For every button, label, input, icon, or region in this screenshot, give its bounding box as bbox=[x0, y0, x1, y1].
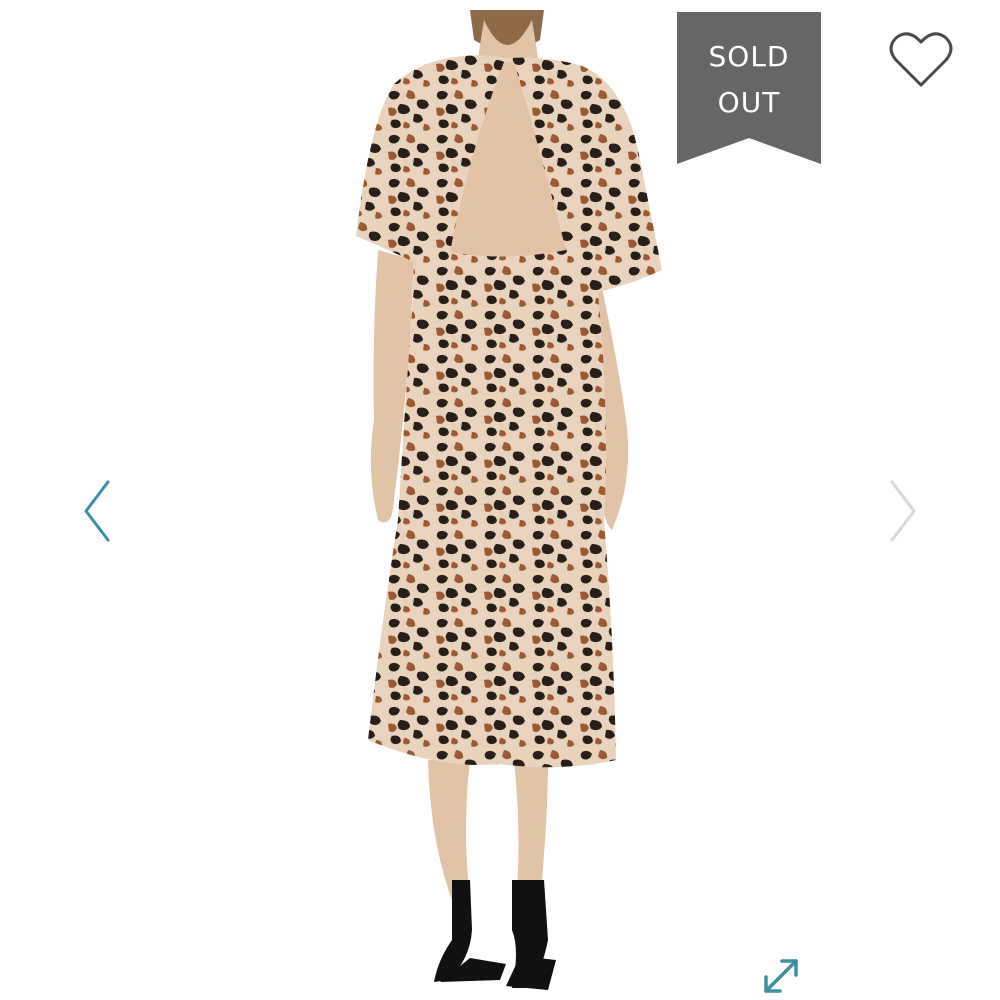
sold-label-line1: SOLD bbox=[708, 40, 790, 73]
sold-out-badge: SOLD OUT bbox=[677, 12, 821, 164]
product-photo bbox=[356, 10, 662, 990]
chevron-right-icon[interactable] bbox=[882, 476, 922, 546]
sold-label-line2: OUT bbox=[717, 86, 781, 119]
heart-outline-icon[interactable] bbox=[888, 30, 954, 90]
chevron-left-icon[interactable] bbox=[78, 476, 118, 546]
sold-out-label: SOLD OUT bbox=[677, 34, 821, 126]
expand-icon[interactable] bbox=[758, 955, 804, 997]
product-image-gallery: SOLD OUT bbox=[0, 0, 1000, 1000]
